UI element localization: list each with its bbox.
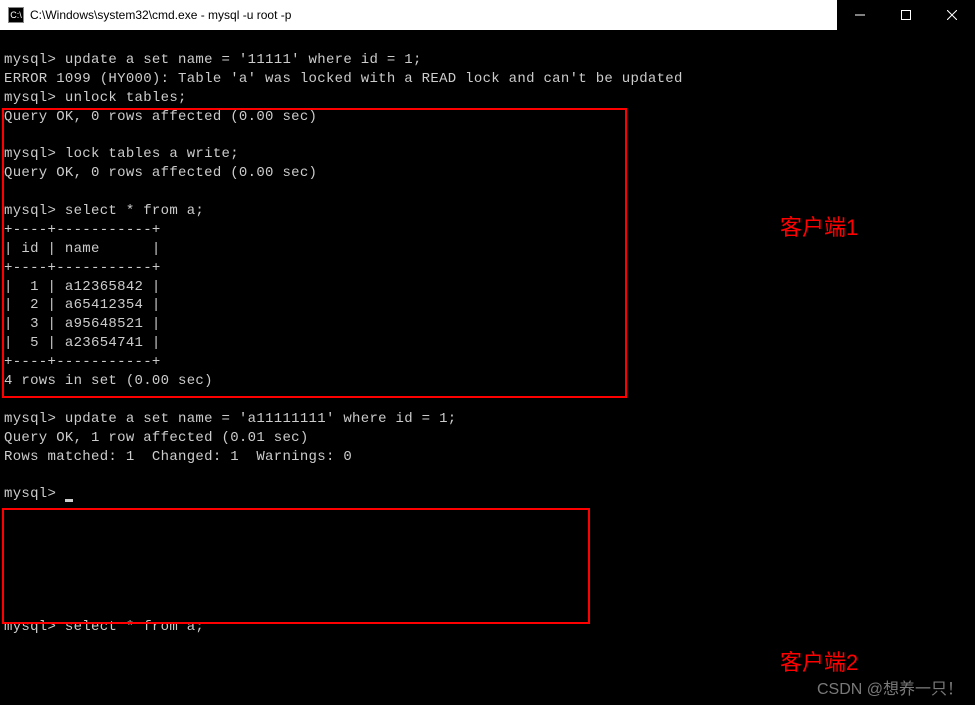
terminal-prompt: mysql> (4, 486, 65, 502)
window-controls (837, 0, 975, 30)
minimize-button[interactable] (837, 0, 883, 30)
terminal-line: Query OK, 0 rows affected (0.00 sec) (4, 109, 317, 125)
terminal-line: ERROR 1099 (HY000): Table 'a' was locked… (4, 71, 683, 87)
annotation-label-client2: 客户端2 (780, 645, 858, 677)
terminal-line: mysql> update a set name = 'a11111111' w… (4, 411, 456, 427)
cursor-icon (65, 499, 73, 502)
terminal-line: | 5 | a23654741 | (4, 335, 161, 351)
terminal-output[interactable]: mysql> update a set name = '11111' where… (0, 30, 975, 639)
terminal-line: 4 rows in set (0.00 sec) (4, 373, 213, 389)
annotation-label-client1: 客户端1 (780, 210, 858, 242)
watermark: CSDN @想养一只！ (817, 675, 963, 699)
terminal-line: +----+-----------+ (4, 354, 161, 370)
terminal-line: mysql> unlock tables; (4, 90, 187, 106)
terminal-line: | 2 | a65412354 | (4, 297, 161, 313)
terminal-line: mysql> select * from a; (4, 203, 204, 219)
close-button[interactable] (929, 0, 975, 30)
window-title: C:\Windows\system32\cmd.exe - mysql -u r… (30, 8, 291, 22)
terminal-line: | 1 | a12365842 | (4, 279, 161, 295)
cmd-icon: C:\ (8, 7, 24, 23)
terminal-line: mysql> lock tables a write; (4, 146, 239, 162)
terminal-line: mysql> update a set name = '11111' where… (4, 52, 422, 68)
terminal-line: Query OK, 1 row affected (0.01 sec) (4, 430, 309, 446)
terminal-line: | id | name | (4, 241, 161, 257)
terminal-line: | 3 | a95648521 | (4, 316, 161, 332)
terminal-line: mysql> select * from a; (4, 619, 204, 635)
titlebar-left: C:\ C:\Windows\system32\cmd.exe - mysql … (8, 7, 291, 23)
terminal-line: Rows matched: 1 Changed: 1 Warnings: 0 (4, 449, 352, 465)
maximize-button[interactable] (883, 0, 929, 30)
terminal-line: +----+-----------+ (4, 260, 161, 276)
window-titlebar: C:\ C:\Windows\system32\cmd.exe - mysql … (0, 0, 975, 30)
terminal-line: Query OK, 0 rows affected (0.00 sec) (4, 165, 317, 181)
terminal-line: +----+-----------+ (4, 222, 161, 238)
